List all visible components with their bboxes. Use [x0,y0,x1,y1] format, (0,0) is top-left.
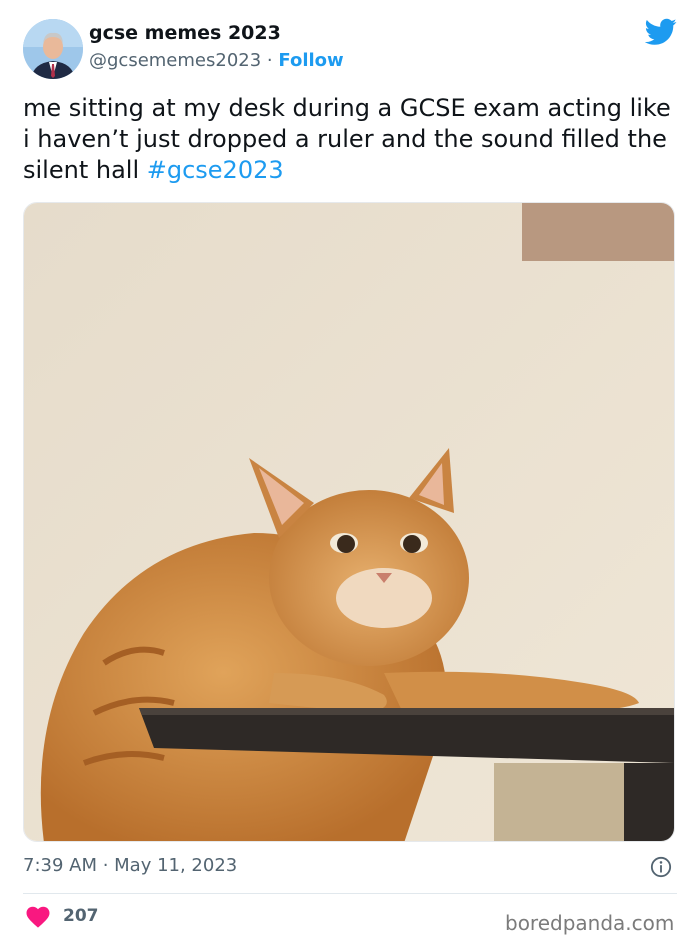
info-icon[interactable] [650,856,672,878]
author-meta: @gcsememes2023 · Follow [89,50,344,71]
tweet-timestamp[interactable]: 7:39 AM · May 11, 2023 [23,855,237,876]
twitter-bird-icon[interactable] [645,18,677,46]
meta-separator: · [266,50,273,71]
tweet-body: me sitting at my desk during a GCSE exam… [23,94,671,184]
divider [23,893,677,894]
watermark: boredpanda.com [505,911,675,935]
author-handle[interactable]: @gcsememes2023 [89,50,261,71]
tweet-card: gcse memes 2023 @gcsememes2023 · Follow … [0,0,700,946]
author-display-name[interactable]: gcse memes 2023 [89,22,281,44]
avatar-image [23,19,83,79]
hashtag-link[interactable]: #gcse2023 [147,156,284,184]
follow-button[interactable]: Follow [278,50,343,71]
tweet-photo[interactable] [23,202,675,842]
cat-photo [24,203,674,841]
heart-icon[interactable] [25,906,51,928]
author-avatar[interactable] [23,19,83,79]
tweet-text: me sitting at my desk during a GCSE exam… [23,93,683,186]
like-count: 207 [63,906,99,926]
